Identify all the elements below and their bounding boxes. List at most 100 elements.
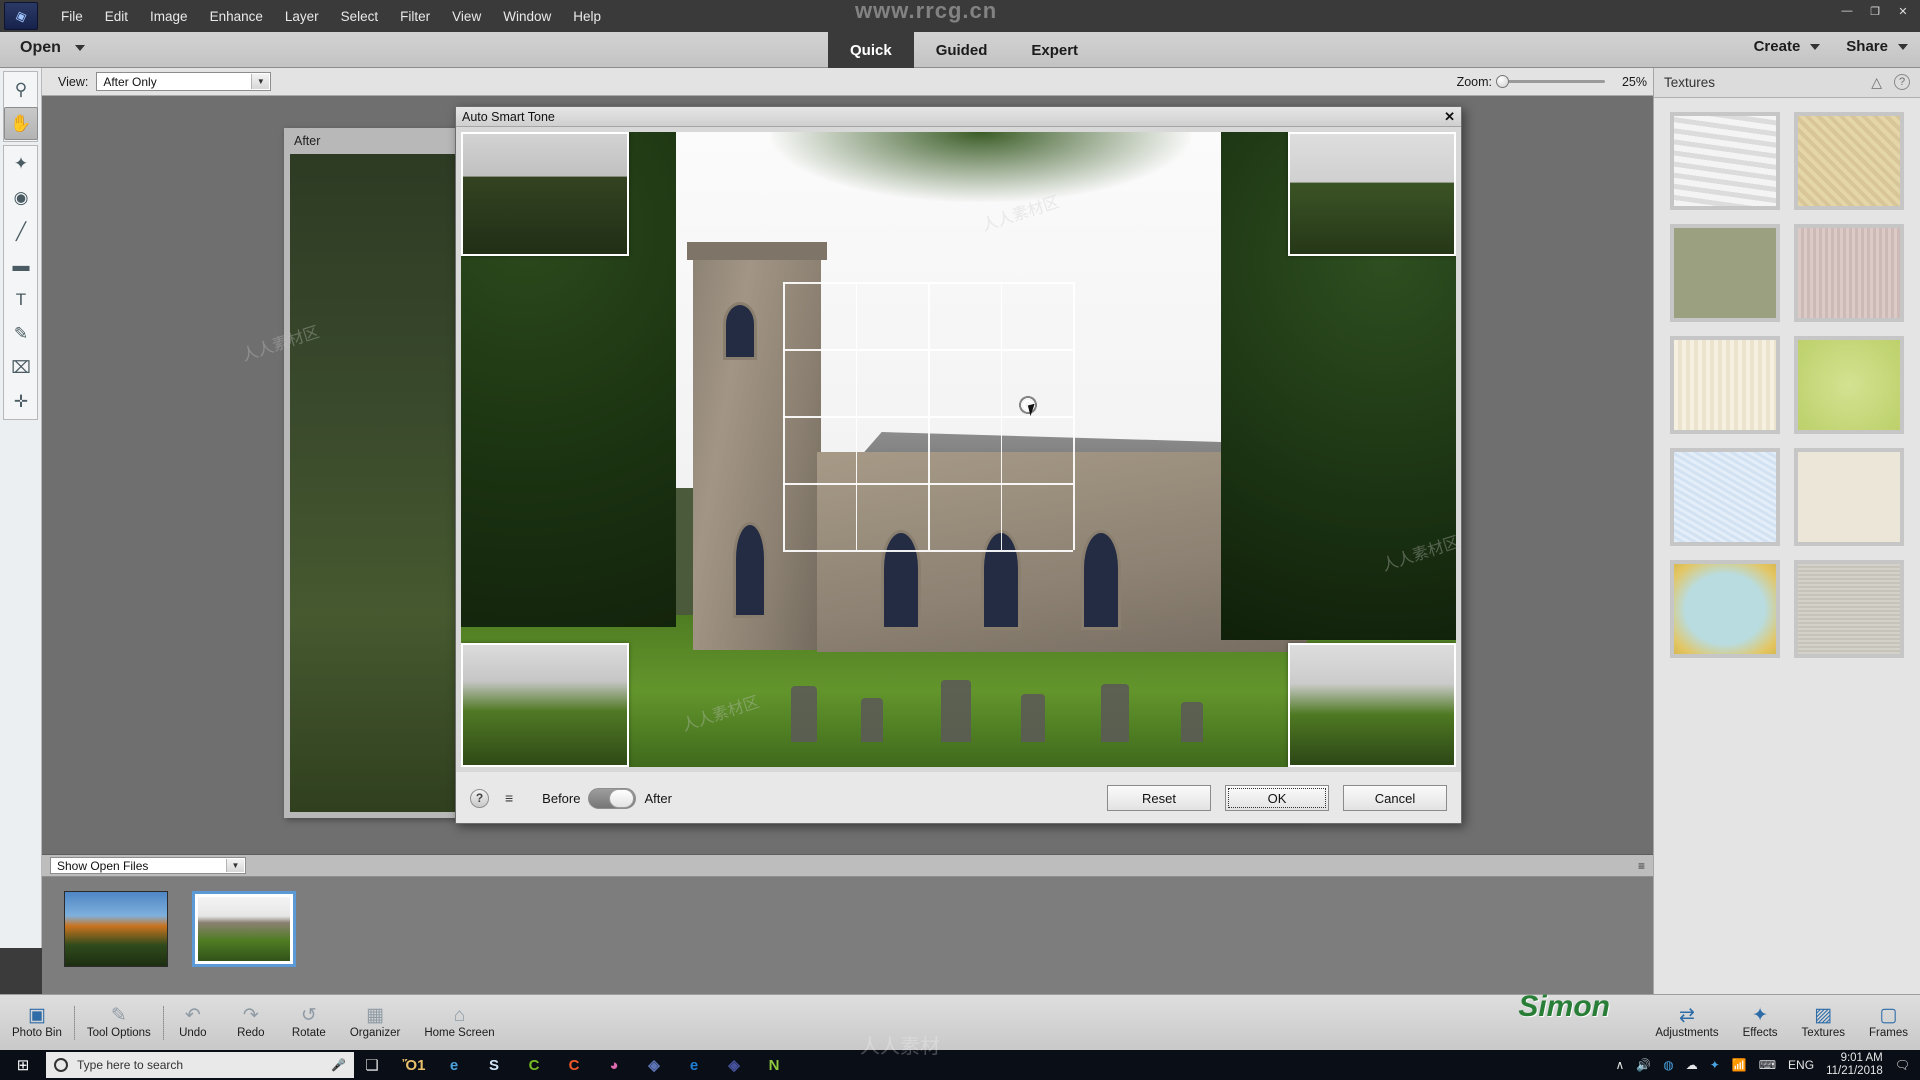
start-button[interactable]: ⊞ — [0, 1050, 46, 1080]
cloud-icon[interactable]: ☁ — [1686, 1058, 1698, 1072]
toolbar-home-screen[interactable]: ⌂ Home Screen — [412, 1006, 506, 1040]
keyboard-icon[interactable]: ⌨ — [1759, 1058, 1776, 1072]
menu-item-layer[interactable]: Layer — [274, 5, 330, 28]
variation-thumbnail-top-right[interactable] — [1288, 132, 1456, 256]
texture-aqua-vintage[interactable] — [1670, 560, 1780, 658]
mode-tab-guided[interactable]: Guided — [914, 32, 1010, 68]
menu-item-view[interactable]: View — [441, 5, 492, 28]
menu-item-help[interactable]: Help — [562, 5, 612, 28]
notifications-icon[interactable]: 🗨 — [1895, 1058, 1910, 1072]
wifi-icon[interactable]: 📶 — [1732, 1058, 1747, 1072]
ok-button[interactable]: OK — [1225, 785, 1329, 811]
zoom-slider[interactable] — [1496, 75, 1605, 88]
toolbar-effects[interactable]: ✦ Effects — [1731, 1006, 1790, 1040]
zoom-slider-handle[interactable] — [1496, 75, 1509, 88]
task-view-icon[interactable]: ❏ — [354, 1050, 390, 1080]
chevron-down-icon[interactable] — [1810, 43, 1821, 50]
menu-item-image[interactable]: Image — [139, 5, 199, 28]
toolbar-tool-options[interactable]: ✎ Tool Options — [75, 1006, 163, 1040]
texture-peeling-paint[interactable] — [1670, 112, 1780, 210]
menu-item-edit[interactable]: Edit — [94, 5, 139, 28]
menu-item-enhance[interactable]: Enhance — [199, 5, 274, 28]
mode-tab-quick[interactable]: Quick — [828, 32, 914, 68]
whiten-teeth-tool[interactable]: ╱ — [4, 215, 38, 248]
photo-bin-menu-icon[interactable]: ≡ — [1638, 859, 1645, 873]
variation-thumbnail-bottom-left[interactable] — [461, 643, 629, 767]
camtasia-icon[interactable]: C — [516, 1050, 552, 1080]
spot-healing-brush-tool[interactable]: ✎ — [4, 317, 38, 350]
variation-thumbnail-top-left[interactable] — [461, 132, 629, 256]
create-button[interactable]: Create — [1754, 38, 1821, 55]
skype-icon[interactable]: S — [476, 1050, 512, 1080]
help-icon[interactable]: ? — [1894, 74, 1910, 90]
minimize-button[interactable]: — — [1834, 2, 1860, 20]
toolbar-organizer[interactable]: ▦ Organizer — [338, 1006, 413, 1040]
texture-cream-linen[interactable] — [1670, 336, 1780, 434]
photo-bin-filter-select[interactable]: Show Open Files ▼ — [50, 857, 246, 874]
image-preview[interactable] — [461, 132, 1456, 767]
toolbar-undo[interactable]: ↶ Undo — [164, 1006, 222, 1040]
internet-explorer-icon[interactable]: e — [436, 1050, 472, 1080]
zoom-tool[interactable]: ⚲ — [4, 73, 38, 106]
type-tool[interactable]: T — [4, 283, 38, 316]
toolbar-redo[interactable]: ↷ Redo — [222, 1006, 280, 1040]
menu-item-select[interactable]: Select — [330, 5, 390, 28]
toolbar-photo-bin[interactable]: ▣ Photo Bin — [0, 1006, 74, 1040]
variation-thumbnail-bottom-right[interactable] — [1288, 643, 1456, 767]
photoshop-elements-icon[interactable]: ◈ — [636, 1050, 672, 1080]
onedrive-icon[interactable]: ◍ — [1663, 1058, 1673, 1072]
microphone-icon[interactable]: 🎤 — [331, 1058, 346, 1072]
straighten-tool[interactable]: ▬ — [4, 249, 38, 282]
photos-icon[interactable]: ◕ — [596, 1050, 632, 1080]
reset-button[interactable]: Reset — [1107, 785, 1211, 811]
toolbar-adjustments[interactable]: ⇄ Adjustments — [1643, 1006, 1730, 1040]
photo-bin-thumb-2[interactable] — [192, 891, 296, 967]
texture-parchment[interactable] — [1794, 448, 1904, 546]
help-icon[interactable]: ? — [470, 788, 489, 808]
panel-menu-icon[interactable]: ≡ — [505, 790, 513, 806]
elements-editor-icon[interactable]: ◈ — [716, 1050, 752, 1080]
dialog-close-icon[interactable]: ✕ — [1444, 109, 1455, 125]
texture-mauve-fibers[interactable] — [1794, 224, 1904, 322]
menu-item-filter[interactable]: Filter — [389, 5, 441, 28]
volume-icon[interactable]: 🔊 — [1636, 1058, 1651, 1072]
nvidia-icon[interactable]: N — [756, 1050, 792, 1080]
texture-green-sunburst[interactable] — [1794, 336, 1904, 434]
view-select[interactable]: After Only ▼ — [96, 72, 272, 91]
texture-frost-blue[interactable] — [1670, 448, 1780, 546]
chevron-down-icon[interactable]: ▼ — [226, 859, 244, 872]
clock[interactable]: 9:01 AM 11/21/2018 — [1826, 1052, 1883, 1078]
texture-burlap-tan[interactable] — [1794, 112, 1904, 210]
close-button[interactable]: ✕ — [1890, 2, 1916, 20]
chevron-down-icon[interactable]: ▼ — [251, 74, 270, 89]
toolbar-textures[interactable]: ▨ Textures — [1790, 1006, 1857, 1040]
mode-tab-expert[interactable]: Expert — [1009, 32, 1100, 68]
open-button[interactable]: Open — [14, 36, 91, 60]
taskbar-search[interactable]: Type here to search 🎤 — [46, 1052, 354, 1078]
edge-icon[interactable]: e — [676, 1050, 712, 1080]
texture-stucco-grey[interactable] — [1794, 560, 1904, 658]
chevron-down-icon[interactable] — [1898, 43, 1908, 50]
red-eye-tool[interactable]: ◉ — [4, 181, 38, 214]
dropbox-icon[interactable]: ✦ — [1710, 1058, 1720, 1072]
quick-selection-tool[interactable]: ✦ — [4, 147, 38, 180]
crop-tool[interactable]: ⌧ — [4, 351, 38, 384]
menu-item-file[interactable]: File — [50, 5, 94, 28]
before-after-toggle[interactable] — [588, 787, 637, 809]
texture-olive-canvas[interactable] — [1670, 224, 1780, 322]
cancel-button[interactable]: Cancel — [1343, 785, 1447, 811]
share-button[interactable]: Share — [1846, 38, 1908, 55]
photo-bin-thumb-1[interactable] — [64, 891, 168, 967]
tray-chevron-icon[interactable]: ∧ — [1615, 1058, 1624, 1072]
menu-item-window[interactable]: Window — [492, 5, 562, 28]
camtasia-studio-icon[interactable]: C — [556, 1050, 592, 1080]
maximize-button[interactable]: ❐ — [1862, 2, 1888, 20]
move-tool[interactable]: ✛ — [4, 385, 38, 418]
language-indicator[interactable]: ENG — [1788, 1058, 1814, 1072]
file-explorer-icon[interactable]: Ὄ1 — [396, 1050, 432, 1080]
toolbar-frames[interactable]: ▢ Frames — [1857, 1006, 1920, 1040]
collapse-panel-icon[interactable]: △ — [1871, 74, 1882, 91]
toolbar-rotate[interactable]: ↺ Rotate — [280, 1006, 338, 1040]
dialog-titlebar[interactable]: Auto Smart Tone ✕ — [456, 107, 1461, 127]
chevron-down-icon[interactable] — [74, 45, 85, 51]
